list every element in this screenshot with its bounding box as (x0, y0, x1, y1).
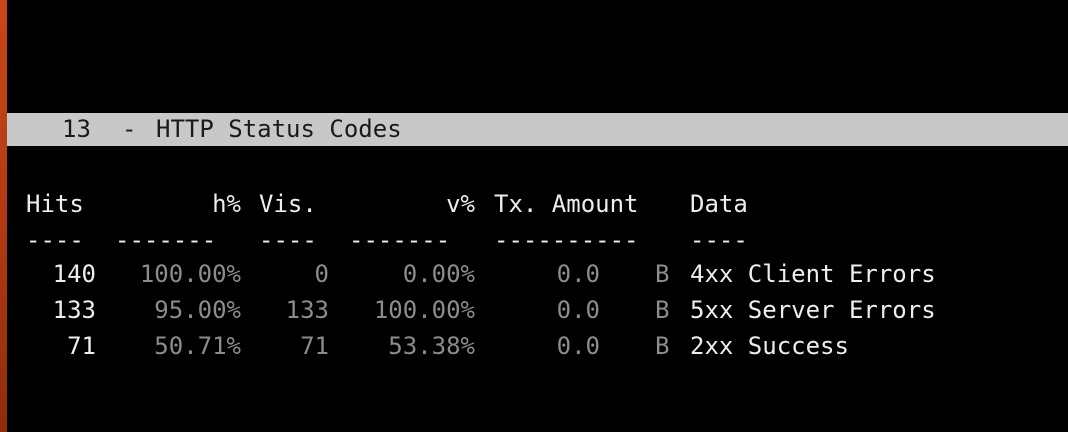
cell-h-percent: 50.71% (154, 332, 241, 360)
cell-tx-amount: 0.0 (556, 296, 600, 324)
separator-data: ---- (690, 226, 748, 254)
cell-h-percent: 95.00% (154, 296, 241, 324)
cell-tx-unit: B (655, 296, 670, 324)
cell-hits: 133 (52, 296, 96, 324)
header-v-percent: v% (446, 190, 475, 218)
separator-hits: ---- (26, 226, 84, 254)
table-row[interactable]: 133 95.00% 133 100.00% 0.0 B 5xx Server … (0, 294, 1068, 326)
cell-tx-amount: 0.0 (556, 332, 600, 360)
cell-data: 5xx Server Errors (690, 296, 936, 324)
cell-data: 4xx Client Errors (690, 260, 936, 288)
separator-h-percent: ------- (115, 226, 217, 254)
cell-visitors: 133 (285, 296, 329, 324)
cell-h-percent: 100.00% (139, 260, 241, 288)
header-data: Data (690, 190, 748, 218)
cell-v-percent: 0.00% (402, 260, 475, 288)
cell-visitors: 71 (300, 332, 329, 360)
cell-hits: 71 (67, 332, 96, 360)
cell-hits: 140 (52, 260, 96, 288)
panel-title-bar[interactable]: 13 - HTTP Status Codes (7, 113, 1068, 146)
separator-visitors: ---- (259, 226, 317, 254)
panel-separator: - (122, 115, 137, 143)
cell-v-percent: 53.38% (388, 332, 475, 360)
table-row[interactable]: 71 50.71% 71 53.38% 0.0 B 2xx Success (0, 330, 1068, 362)
header-tx-amount: Tx. Amount (494, 190, 639, 218)
panel-title: HTTP Status Codes (156, 115, 402, 143)
separator-v-percent: ------- (349, 226, 451, 254)
cell-tx-unit: B (655, 260, 670, 288)
cell-v-percent: 100.00% (373, 296, 475, 324)
separator-tx-amount: ---------- (494, 226, 639, 254)
header-hits: Hits (26, 190, 84, 218)
table-row[interactable]: 140 100.00% 0 0.00% 0.0 B 4xx Client Err… (0, 258, 1068, 290)
cell-visitors: 0 (314, 260, 329, 288)
header-h-percent: h% (212, 190, 241, 218)
header-visitors: Vis. (259, 190, 317, 218)
cell-tx-amount: 0.0 (556, 260, 600, 288)
cell-data: 2xx Success (690, 332, 849, 360)
table-header-row: Hits h% Vis. v% Tx. Amount Data (0, 188, 1068, 220)
table-separator-row: ---- ------- ---- ------- ---------- ---… (0, 224, 1068, 256)
terminal-screen: 13 - HTTP Status Codes Hits h% Vis. v% T… (0, 0, 1068, 432)
cell-tx-unit: B (655, 332, 670, 360)
panel-number: 13 (62, 115, 91, 143)
